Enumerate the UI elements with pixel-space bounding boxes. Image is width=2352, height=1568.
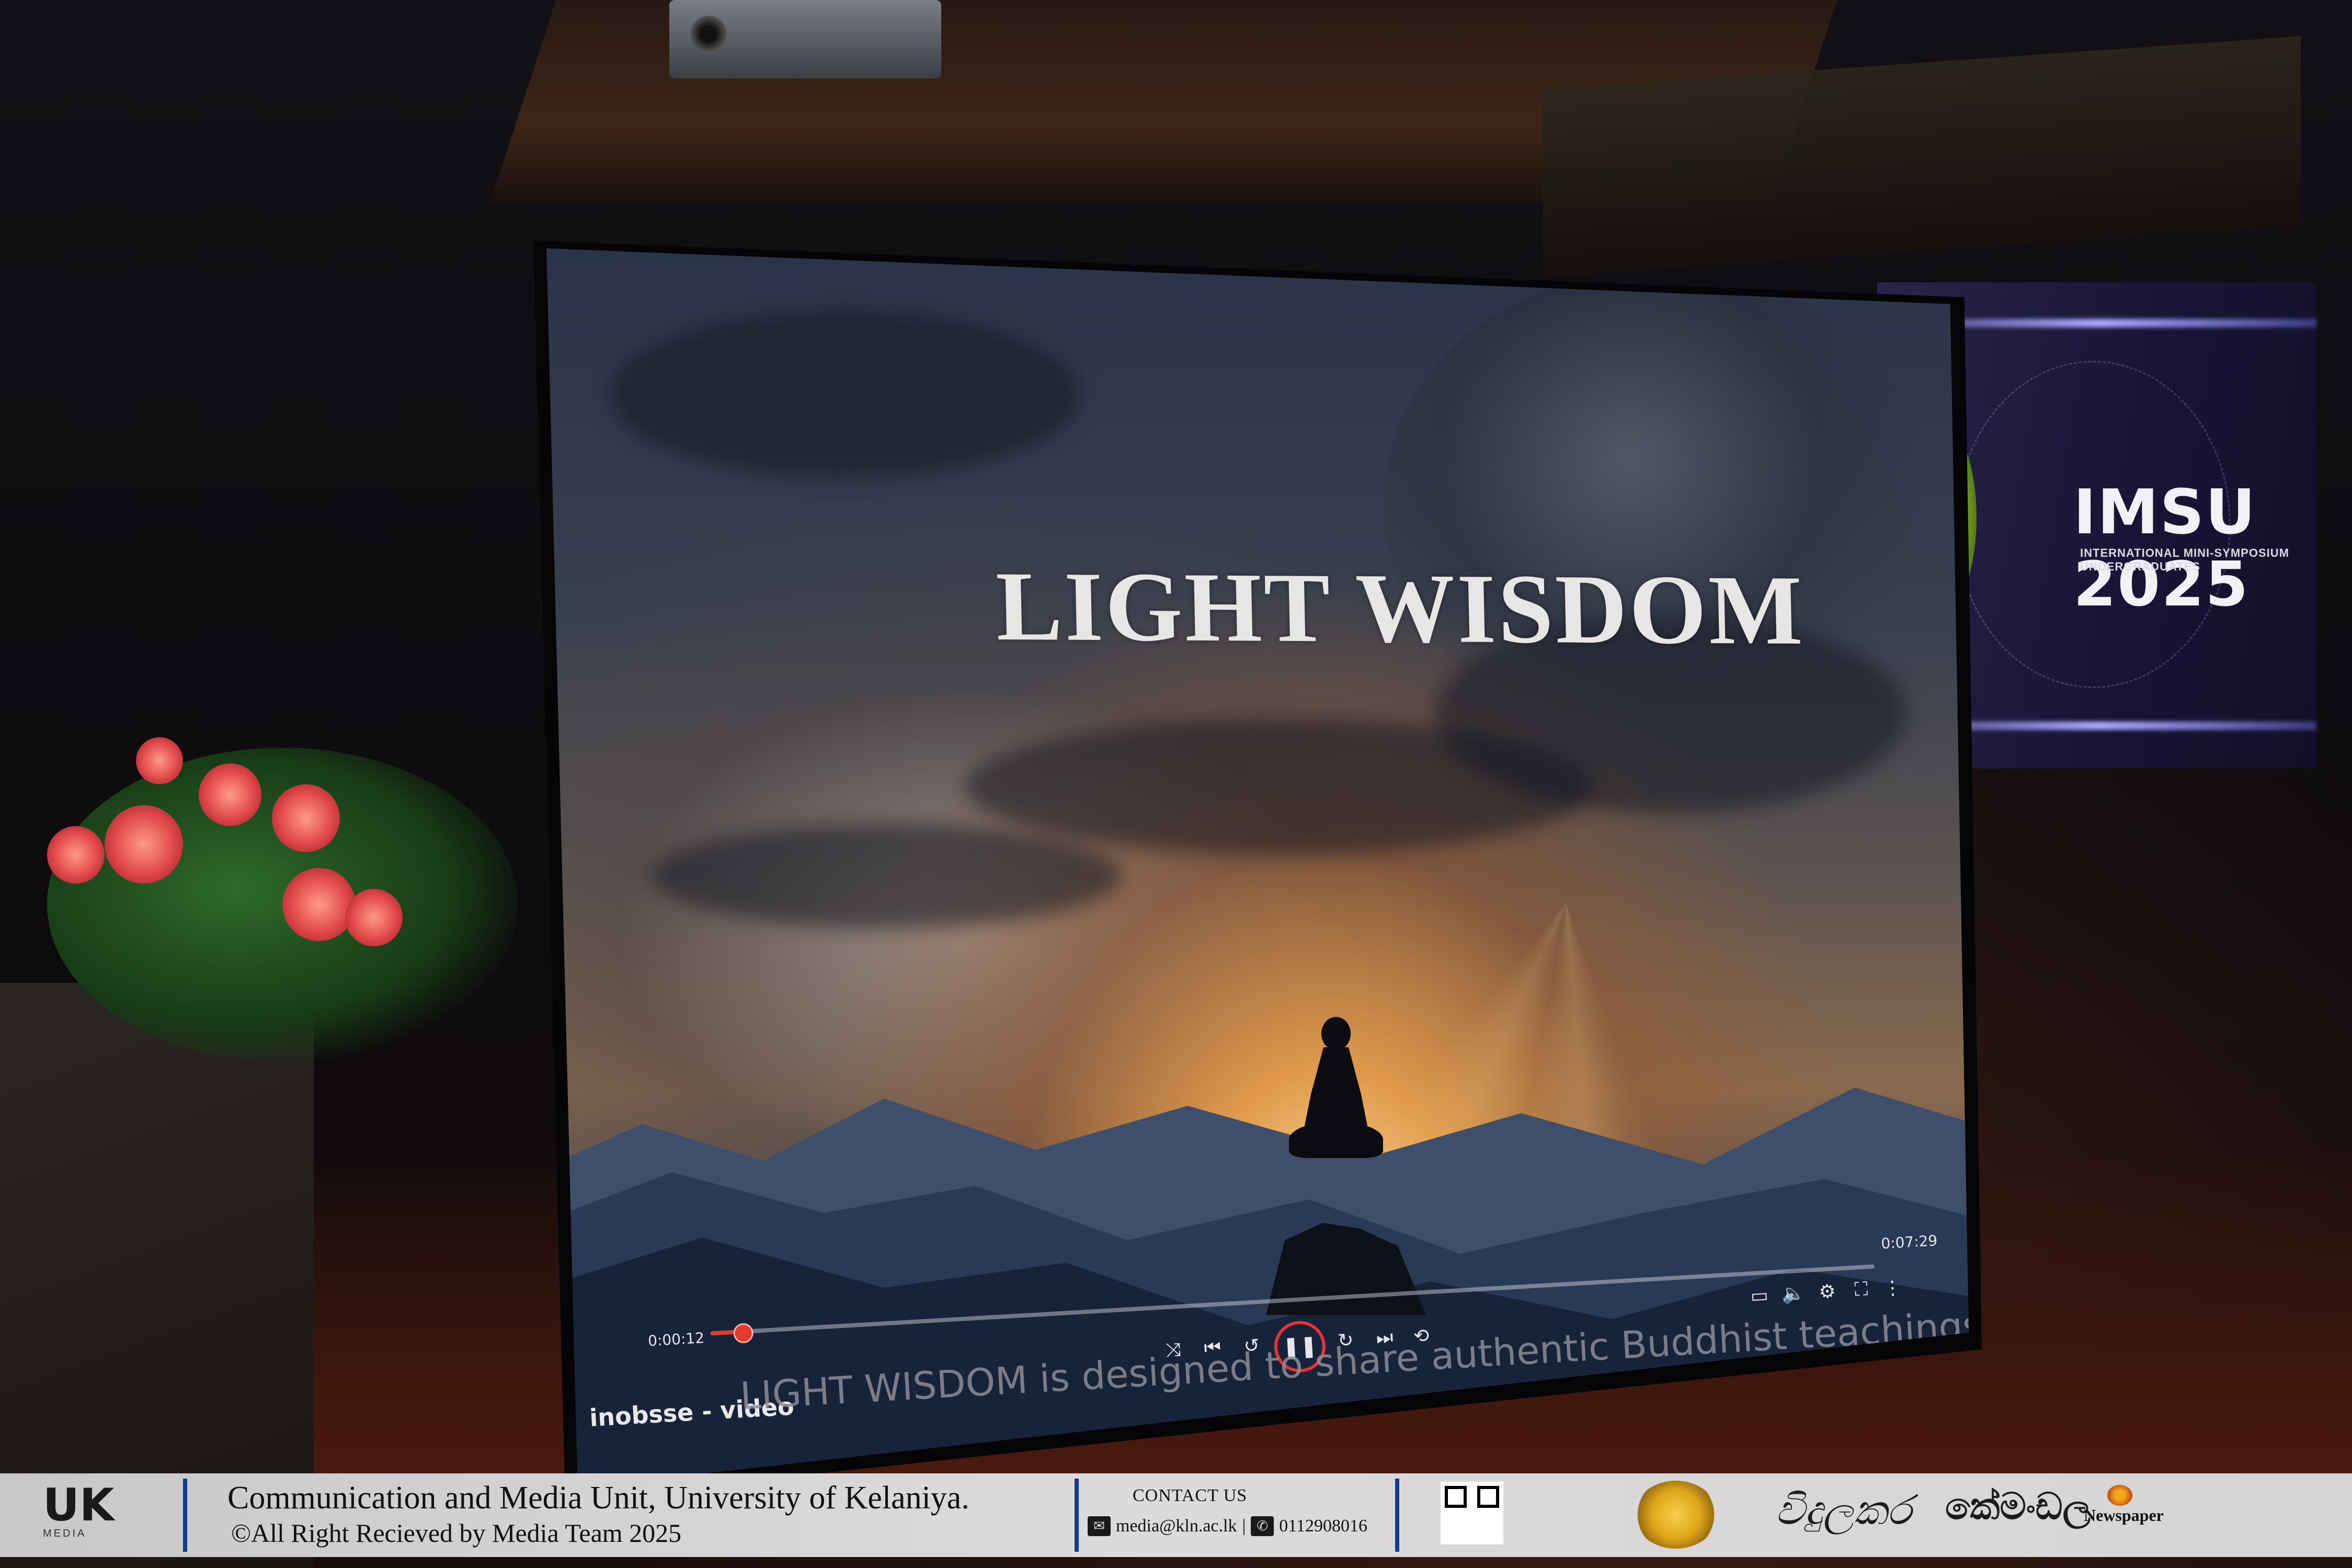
publication-logo-2: කේමංඩල <box>1945 1485 2091 1528</box>
media-watermark-banner: UK MEDIA Communication and Media Unit, U… <box>0 1473 2352 1557</box>
newspaper-label: Newspaper <box>2084 1506 2164 1525</box>
copyright-line: ©All Right Recieved by Media Team 2025 <box>231 1518 682 1548</box>
mail-icon: ✉ <box>1088 1516 1111 1536</box>
banner-divider <box>183 1479 187 1552</box>
imsu-subtitle: INTERNATIONAL MINI-SYMPOSIUM UNDERGRADUA… <box>2080 546 2289 573</box>
fullscreen-icon[interactable]: ⛶ <box>1846 1275 1876 1304</box>
contact-separator: | <box>1242 1516 1246 1536</box>
qr-code-icon[interactable] <box>1441 1482 1503 1544</box>
volume-icon[interactable]: 🔈 <box>1778 1279 1808 1309</box>
settings-icon[interactable]: ⚙ <box>1812 1277 1842 1307</box>
more-icon[interactable]: ⋮ <box>1878 1273 1908 1303</box>
newspaper-mark-icon <box>2107 1485 2132 1506</box>
flower <box>105 805 183 884</box>
progress-thumb[interactable] <box>733 1322 754 1344</box>
uk-media-logo: UK MEDIA <box>43 1479 115 1546</box>
ceiling-projector <box>669 0 941 78</box>
flower <box>345 889 403 946</box>
contact-email[interactable]: media@kln.ac.lk <box>1116 1516 1237 1536</box>
organization-name: Communication and Media Unit, University… <box>227 1480 969 1516</box>
phone-icon: ✆ <box>1251 1516 1274 1536</box>
flower <box>136 737 183 784</box>
flower <box>47 826 105 884</box>
banner-divider <box>1395 1479 1399 1552</box>
photo-stage: IMSU 2025 INTERNATIONAL MINI-SYMPOSIUM U… <box>0 0 2352 1568</box>
total-time: 0:07:29 <box>1880 1232 1938 1253</box>
projector-lens <box>690 16 727 52</box>
current-time: 0:00:12 <box>647 1329 705 1350</box>
led-video-screen: LIGHT WISDOM 0:00:12 0:07:29 ⤨ ⏮ ↺ ❚❚ ↻ … <box>546 248 1969 1487</box>
flower <box>272 784 340 852</box>
subtitles-icon[interactable]: ▭ <box>1744 1280 1774 1310</box>
flower <box>199 763 261 826</box>
contact-phone: 0112908016 <box>1279 1516 1368 1536</box>
contact-row: ✉ media@kln.ac.lk | ✆ 0112908016 <box>1088 1516 1367 1536</box>
emblem-logo-icon <box>1634 1481 1718 1549</box>
contact-heading: CONTACT US <box>1133 1486 1248 1505</box>
publication-logo-1: විදුලකර <box>1775 1487 1912 1534</box>
video-player-controls: 0:00:12 0:07:29 ⤨ ⏮ ↺ ❚❚ ↻ ⏭ ⟲ ▭ 🔈 ⚙ ⛶ ⋮… <box>546 248 1969 1487</box>
banner-divider <box>1075 1479 1079 1552</box>
flower <box>282 868 356 941</box>
uk-logo-mark: UK <box>43 1479 115 1531</box>
